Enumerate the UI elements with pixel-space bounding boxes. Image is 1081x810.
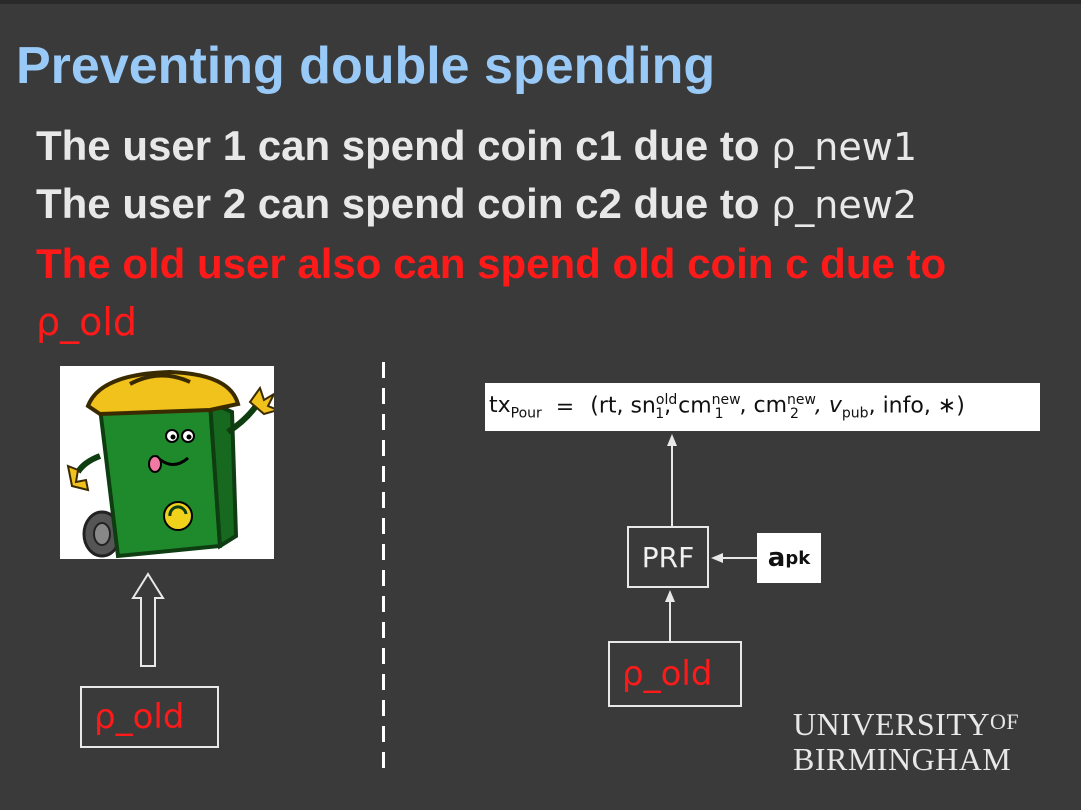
prf-label: PRF [641,540,695,574]
university-logo: UNIVERSITYOF BIRMINGHAM [793,704,1019,777]
connector-arrows [665,434,757,641]
apk-box: a pk [757,533,821,583]
logo-of: OF [989,709,1020,734]
rho-old-box-right-label: ρ_old [622,654,713,694]
logo-line-2: BIRMINGHAM [793,741,1012,777]
apk-sub: pk [785,547,811,569]
rho-old-box-right: ρ_old [608,641,742,707]
apk-label: a [767,543,786,573]
slide: Preventing double spending The user 1 ca… [0,0,1081,810]
prf-box: PRF [627,526,709,588]
logo-line-1: UNIVERSITY [793,706,990,742]
